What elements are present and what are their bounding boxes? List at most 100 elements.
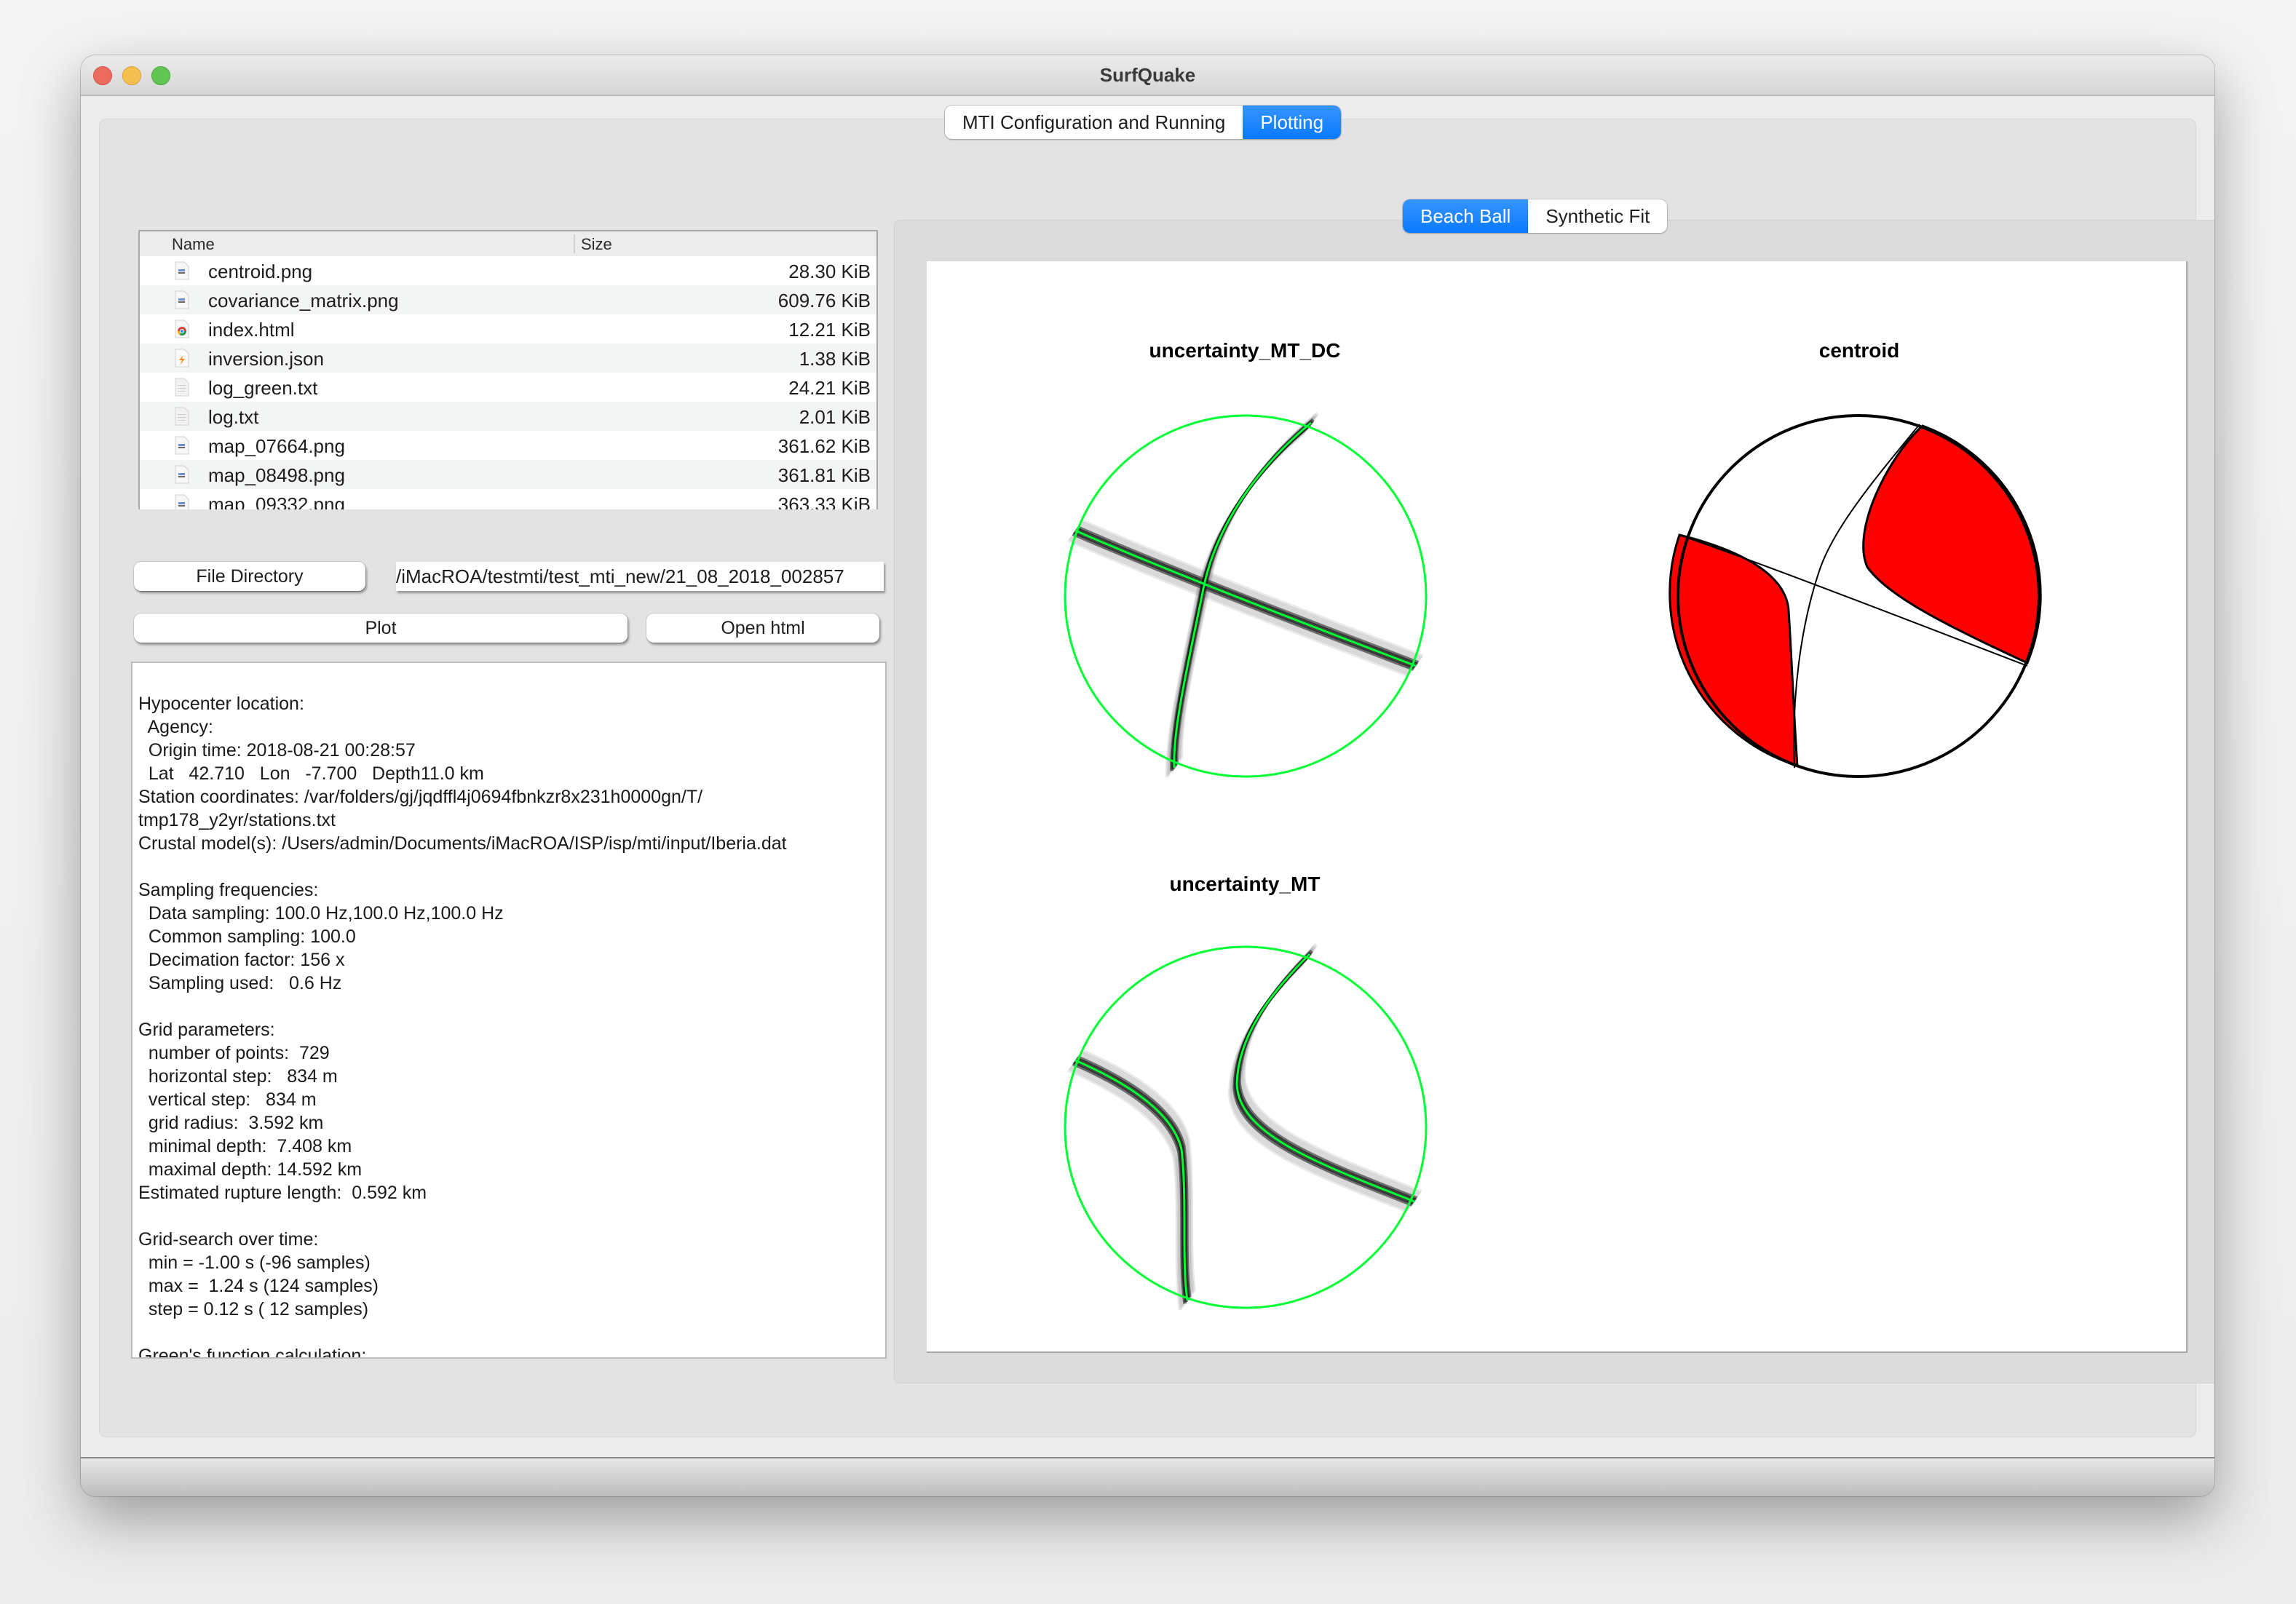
plot-button[interactable]: Plot bbox=[134, 614, 628, 643]
log-line: Decimation factor: 156 x bbox=[138, 950, 345, 970]
plot-tab-bar: Beach Ball Synthetic Fit bbox=[1403, 199, 1668, 233]
log-line: Grid parameters: bbox=[138, 1020, 275, 1040]
log-line: step = 0.12 s ( 12 samples) bbox=[138, 1299, 369, 1319]
plot-title-uncertainty-mt: uncertainty_MT bbox=[1169, 873, 1321, 895]
log-line: Data sampling: 100.0 Hz,100.0 Hz,100.0 H… bbox=[138, 903, 504, 924]
app-window: SurfQuake Name Size centroid.png 28.30 Ki… bbox=[81, 55, 2214, 1496]
file-name: map_09332.png bbox=[208, 493, 345, 509]
log-line: max = 1.24 s (124 samples) bbox=[138, 1276, 379, 1296]
file-row[interactable]: covariance_matrix.png 609.76 KiB bbox=[140, 285, 876, 314]
beachball-uncertainty-mt-dc bbox=[1064, 411, 1428, 778]
plot-panel: uncertainty_MT_DC centroid uncertainty_M… bbox=[894, 220, 2214, 1383]
file-name: log.txt bbox=[208, 406, 259, 428]
nodal-line-uncertainty-bands bbox=[1067, 943, 1422, 1311]
file-size: 28.30 KiB bbox=[788, 261, 871, 282]
image-file-icon bbox=[175, 494, 189, 509]
log-line: number of points: 729 bbox=[138, 1043, 330, 1063]
window-title: SurfQuake bbox=[1099, 64, 1196, 86]
beachball-uncertainty-mt bbox=[1064, 943, 1428, 1311]
file-size: 24.21 KiB bbox=[788, 377, 871, 399]
plot-title-uncertainty-mt-dc: uncertainty_MT_DC bbox=[1149, 339, 1341, 362]
log-text: Hypocenter location: Agency: Origin time… bbox=[138, 692, 787, 1359]
file-row[interactable]: map_08498.png 361.81 KiB bbox=[140, 460, 876, 489]
open-html-button[interactable]: Open html bbox=[646, 614, 879, 643]
directory-path-field[interactable]: /iMacROA/testmti/test_mti_new/21_08_2018… bbox=[396, 562, 884, 591]
file-name: log_green.txt bbox=[208, 377, 318, 399]
main-tab-bar: MTI Configuration and Running Plotting bbox=[945, 106, 1342, 139]
file-name: centroid.png bbox=[208, 261, 313, 282]
log-text-area[interactable]: Hypocenter location: Agency: Origin time… bbox=[131, 662, 887, 1359]
tab-synthetic-fit[interactable]: Synthetic Fit bbox=[1528, 199, 1667, 233]
log-line: vertical step: 834 m bbox=[138, 1089, 317, 1110]
file-list-header: Name Size bbox=[140, 231, 876, 256]
file-row[interactable]: log.txt 2.01 KiB bbox=[140, 402, 876, 431]
file-name: covariance_matrix.png bbox=[208, 290, 399, 311]
beachball-centroid bbox=[1668, 414, 2042, 778]
text-file-icon bbox=[175, 378, 189, 397]
column-header-size[interactable]: Size bbox=[581, 235, 612, 254]
main-tab-pane: Name Size centroid.png 28.30 KiB covarianc… bbox=[99, 119, 2214, 1437]
log-line: Green's function calculation: bbox=[138, 1346, 367, 1359]
file-list[interactable]: Name Size centroid.png 28.30 KiB covarianc… bbox=[138, 230, 878, 509]
log-line: Crustal model(s): /Users/admin/Documents… bbox=[138, 833, 787, 854]
log-line: horizontal step: 834 m bbox=[138, 1066, 338, 1087]
tab-mti-configuration-and-running[interactable]: MTI Configuration and Running bbox=[945, 106, 1243, 139]
column-divider[interactable] bbox=[574, 234, 575, 253]
title-bar[interactable]: SurfQuake bbox=[81, 55, 2214, 96]
log-line: Origin time: 2018-08-21 00:28:57 bbox=[138, 740, 416, 761]
file-size: 361.62 KiB bbox=[777, 435, 871, 457]
file-size: 12.21 KiB bbox=[788, 319, 871, 341]
log-line: Grid-search over time: bbox=[138, 1229, 319, 1250]
status-bar bbox=[81, 1458, 2214, 1496]
log-line: Station coordinates: /var/folders/gj/jqd… bbox=[138, 787, 703, 807]
log-line: minimal depth: 7.408 km bbox=[138, 1136, 352, 1156]
image-file-icon bbox=[175, 465, 189, 484]
uncertainty-line bbox=[1081, 519, 1424, 659]
nodal-line-2 bbox=[1235, 953, 1415, 1203]
directory-path-text: /iMacROA/testmti/test_mti_new/21_08_2018… bbox=[396, 565, 844, 587]
file-row[interactable]: map_09332.png 363.33 KiB bbox=[140, 489, 876, 509]
log-line: Agency: bbox=[138, 717, 213, 737]
log-line: Lat 42.710 Lon -7.700 Depth11.0 km bbox=[138, 763, 484, 784]
file-size: 361.81 KiB bbox=[777, 464, 871, 486]
file-size: 363.33 KiB bbox=[777, 493, 871, 509]
chrome-html-file-icon bbox=[175, 319, 189, 338]
file-row[interactable]: index.html 12.21 KiB bbox=[140, 314, 876, 344]
image-file-icon bbox=[175, 290, 189, 309]
log-line: maximal depth: 14.592 km bbox=[138, 1159, 363, 1180]
plot-canvas: uncertainty_MT_DC centroid uncertainty_M… bbox=[927, 261, 2188, 1353]
log-line: Sampling frequencies: bbox=[138, 880, 319, 900]
file-row[interactable]: centroid.png 28.30 KiB bbox=[140, 256, 876, 285]
tab-beach-ball[interactable]: Beach Ball bbox=[1403, 199, 1529, 233]
file-row[interactable]: inversion.json 1.38 KiB bbox=[140, 344, 876, 373]
image-file-icon bbox=[175, 261, 189, 280]
plot-title-centroid: centroid bbox=[1818, 339, 1900, 362]
image-file-icon bbox=[175, 436, 189, 455]
file-name: map_08498.png bbox=[208, 464, 345, 486]
file-directory-button[interactable]: File Directory bbox=[134, 562, 365, 591]
log-line: Estimated rupture length: 0.592 km bbox=[138, 1183, 427, 1203]
file-row[interactable]: map_07664.png 361.62 KiB bbox=[140, 431, 876, 460]
file-name: map_07664.png bbox=[208, 435, 345, 457]
json-file-icon bbox=[175, 349, 189, 368]
file-size: 1.38 KiB bbox=[799, 348, 871, 370]
column-header-name[interactable]: Name bbox=[172, 235, 215, 254]
file-name: inversion.json bbox=[208, 348, 324, 370]
log-line: min = -1.00 s (-96 samples) bbox=[138, 1252, 371, 1273]
tab-plotting[interactable]: Plotting bbox=[1243, 106, 1342, 139]
text-file-icon bbox=[175, 407, 189, 426]
file-size: 2.01 KiB bbox=[799, 406, 871, 428]
log-line: Sampling used: 0.6 Hz bbox=[138, 973, 342, 993]
file-name: index.html bbox=[208, 319, 295, 341]
log-line: Common sampling: 100.0 bbox=[138, 926, 356, 947]
file-row[interactable]: log_green.txt 24.21 KiB bbox=[140, 373, 876, 402]
compressional-quadrant-sw bbox=[1668, 533, 1799, 768]
log-line: Hypocenter location: bbox=[138, 694, 304, 714]
uncertainty-line bbox=[1242, 943, 1422, 1194]
log-line: tmp178_y2yr/stations.txt bbox=[138, 810, 336, 830]
file-size: 609.76 KiB bbox=[777, 290, 871, 311]
